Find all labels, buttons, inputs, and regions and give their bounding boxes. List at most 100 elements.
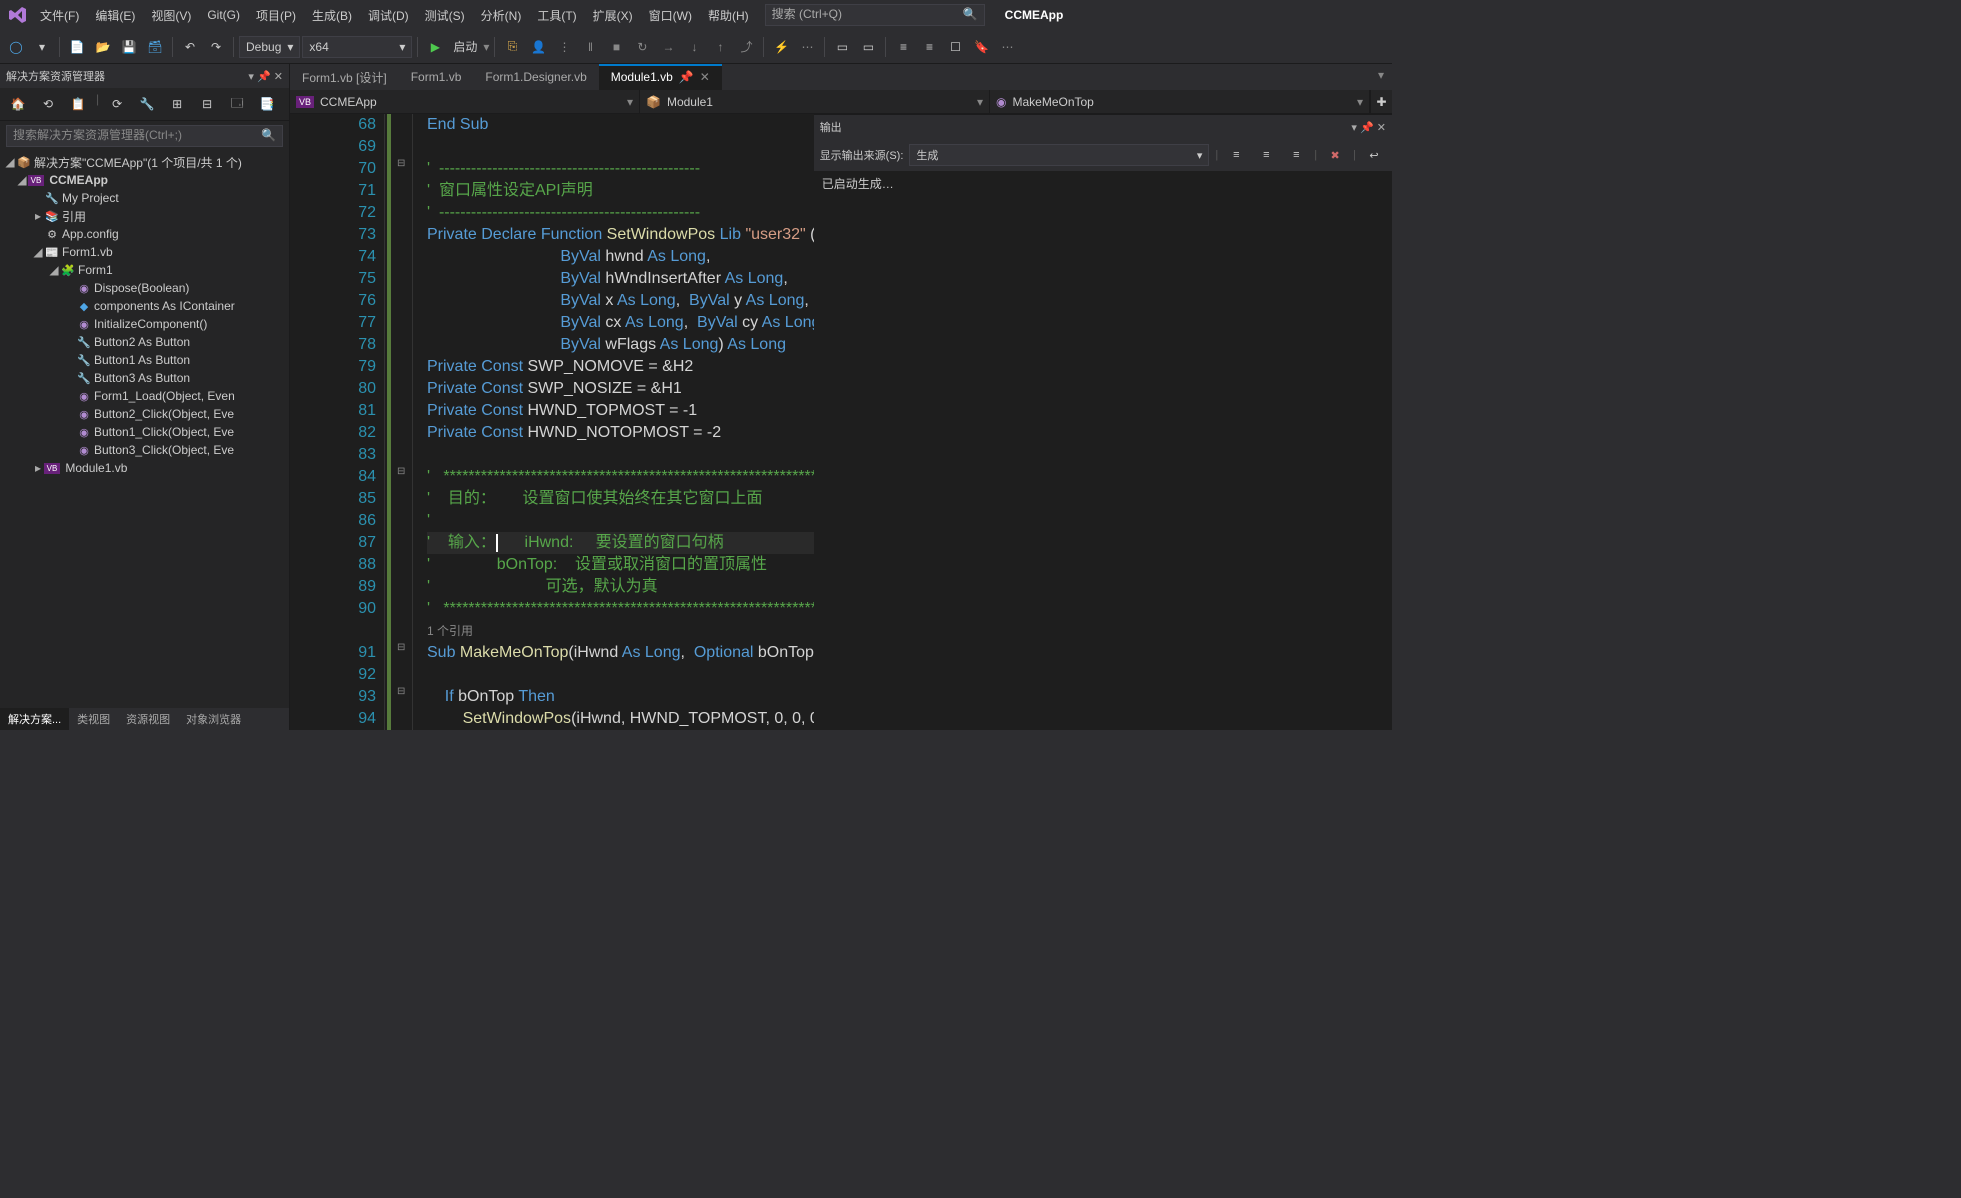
menu-analyze[interactable]: 分析(N) [473,3,530,28]
menu-file[interactable]: 文件(F) [32,3,87,28]
bottab-solution[interactable]: 解决方案... [0,708,69,730]
menu-window[interactable]: 窗口(W) [641,3,700,28]
tab-form1-vb[interactable]: Form1.vb [399,64,474,90]
save-all-button[interactable]: 🗃 [143,35,167,59]
menu-test[interactable]: 测试(S) [417,3,473,28]
bottab-classview[interactable]: 类视图 [69,708,118,730]
open-button[interactable]: 📂 [91,35,115,59]
home-icon[interactable]: 🏠 [6,92,30,116]
nav-fwd-button[interactable]: ▾ [30,35,54,59]
menu-git[interactable]: Git(G) [199,4,248,26]
tree-form1load[interactable]: ◉Form1_Load(Object, Even [0,387,289,405]
step-over-icon[interactable]: 👤 [526,35,550,59]
tb-icon-5[interactable]: → [656,35,680,59]
solution-tree[interactable]: ◢📦解决方案"CCMEApp"(1 个项目/共 1 个) ◢VB CCMEApp… [0,151,289,708]
tb-icon-12[interactable]: ▭ [856,35,880,59]
tree-appconfig[interactable]: ⚙App.config [0,225,289,243]
tree-form1[interactable]: ◢🧩Form1 [0,261,289,279]
se-icon-3[interactable]: ⟳ [105,92,129,116]
solution-search-input[interactable]: 搜索解决方案资源管理器(Ctrl+;) 🔍 [6,125,283,147]
fold-icon[interactable]: ⊟ [397,686,405,697]
tb-icon-14[interactable]: ≡ [917,35,941,59]
menu-project[interactable]: 项目(P) [248,3,304,28]
tb-icon-3[interactable]: ■ [604,35,628,59]
tree-btn1[interactable]: 🔧Button1 As Button [0,351,289,369]
tree-btn1click[interactable]: ◉Button1_Click(Object, Eve [0,423,289,441]
tree-btn3[interactable]: 🔧Button3 As Button [0,369,289,387]
menu-debug[interactable]: 调试(D) [360,3,417,28]
tb-icon-4[interactable]: ↻ [630,35,654,59]
tb-icon-10[interactable]: ⋯ [795,35,819,59]
tb-icon-15[interactable]: ☐ [943,35,967,59]
tree-myproject[interactable]: 🔧My Project [0,189,289,207]
platform-combo[interactable]: x64▾ [302,36,412,58]
out-icon-1[interactable]: ≡ [1224,143,1248,167]
tb-icon-11[interactable]: ▭ [830,35,854,59]
redo-button[interactable]: ↷ [204,35,228,59]
tb-icon-7[interactable]: ↑ [708,35,732,59]
tb-icon-2[interactable]: ‖ [578,35,602,59]
out-icon-3[interactable]: ≡ [1284,143,1308,167]
split-icon[interactable]: ✚ [1370,90,1392,113]
tree-btn2click[interactable]: ◉Button2_Click(Object, Eve [0,405,289,423]
code-editor[interactable]: 6869707172737475767778798081828384858687… [290,114,1392,730]
tb-icon-8[interactable]: ⤴ [734,35,758,59]
fold-icon[interactable]: ⊟ [397,466,405,477]
tabs-overflow-icon[interactable]: ▾ [1370,64,1392,90]
pin-icon[interactable]: 📌 [679,70,694,84]
undo-button[interactable]: ↶ [178,35,202,59]
tree-btn2[interactable]: 🔧Button2 As Button [0,333,289,351]
tree-project[interactable]: ◢VB CCMEApp [0,171,289,189]
output-source-combo[interactable]: 生成▾ [909,144,1209,166]
bookmark-icon[interactable]: 🔖 [969,35,993,59]
tree-initcomp[interactable]: ◉InitializeComponent() [0,315,289,333]
close-icon[interactable]: ✕ [1377,122,1386,134]
bottab-resview[interactable]: 资源视图 [118,708,178,730]
tb-icon-16[interactable]: ⋯ [995,35,1019,59]
tb-icon-6[interactable]: ↓ [682,35,706,59]
search-input[interactable]: 搜索 (Ctrl+Q) 🔍 [765,4,985,26]
close-icon[interactable]: ✕ [700,70,710,84]
menu-edit[interactable]: 编辑(E) [87,3,143,28]
se-icon-1[interactable]: ⟲ [36,92,60,116]
nav-scope[interactable]: VBCCMEApp▾ [290,90,640,113]
bottab-objbrowser[interactable]: 对象浏览器 [178,708,249,730]
tree-solution[interactable]: ◢📦解决方案"CCMEApp"(1 个项目/共 1 个) [0,153,289,171]
tb-icon-9[interactable]: ⚡ [769,35,793,59]
se-icon-7[interactable]: 🗔 [225,92,249,116]
menu-tools[interactable]: 工具(T) [529,3,584,28]
menu-ext[interactable]: 扩展(X) [585,3,641,28]
tree-form1vb[interactable]: ◢📰Form1.vb [0,243,289,261]
pin-icon[interactable]: 📌 [1360,122,1374,134]
fold-icon[interactable]: ⊟ [397,158,405,169]
menu-view[interactable]: 视图(V) [143,3,199,28]
se-icon-5[interactable]: ⊞ [165,92,189,116]
tab-module1[interactable]: Module1.vb📌✕ [599,64,722,90]
close-icon[interactable]: ✕ [274,71,283,83]
se-icon-2[interactable]: 📋 [66,92,90,116]
se-icon-8[interactable]: 📑 [255,92,279,116]
run-button[interactable]: ▶ [423,35,447,59]
out-icon-2[interactable]: ≡ [1254,143,1278,167]
run-label[interactable]: 启动 [449,38,481,55]
dropdown-icon[interactable]: ▾ [1351,122,1357,134]
new-button[interactable]: 📄 [65,35,89,59]
tab-form1-designer[interactable]: Form1.Designer.vb [473,64,598,90]
output-body[interactable]: 已启动生成… [814,171,1392,196]
se-icon-6[interactable]: ⊟ [195,92,219,116]
config-combo[interactable]: Debug▾ [239,36,300,58]
tree-components[interactable]: ◆components As IContainer [0,297,289,315]
tree-module1[interactable]: ▸VB Module1.vb [0,459,289,477]
out-clear-icon[interactable]: ✖ [1323,143,1347,167]
nav-member[interactable]: ◉MakeMeOnTop▾ [990,90,1370,113]
tb-icon-13[interactable]: ≡ [891,35,915,59]
tb-icon-1[interactable]: ⋮ [552,35,576,59]
step-into-icon[interactable]: ⎘ [500,35,524,59]
save-button[interactable]: 💾 [117,35,141,59]
out-wrap-icon[interactable]: ↩ [1362,143,1386,167]
nav-back-button[interactable]: ◯ [4,35,28,59]
se-icon-4[interactable]: 🔧 [135,92,159,116]
dropdown-icon[interactable]: ▾ [248,71,254,83]
tree-dispose[interactable]: ◉Dispose(Boolean) [0,279,289,297]
tree-btn3click[interactable]: ◉Button3_Click(Object, Eve [0,441,289,459]
